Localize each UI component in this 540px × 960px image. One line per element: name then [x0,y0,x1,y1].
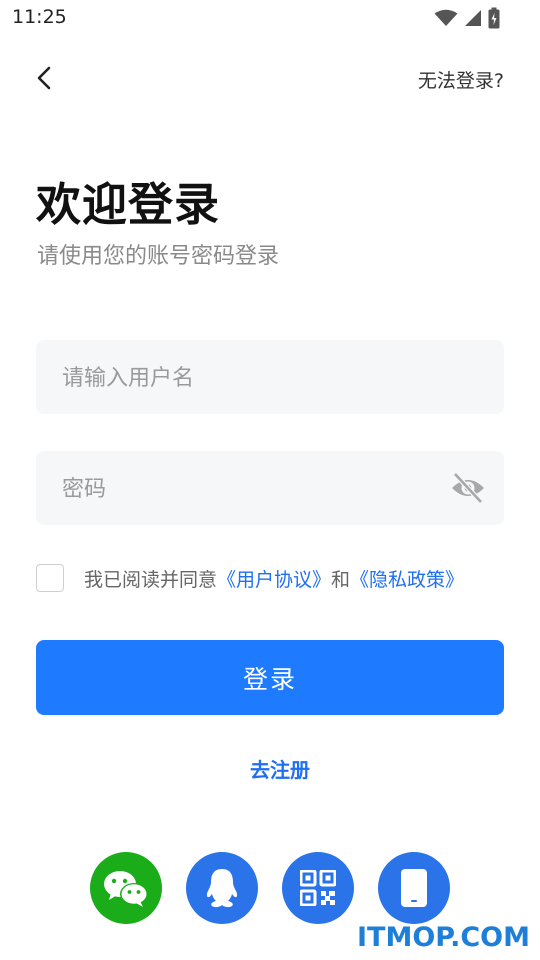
password-field [36,451,504,527]
eye-off-icon [452,472,484,504]
login-button[interactable]: 登录 [36,640,504,715]
wechat-icon [104,871,148,907]
status-bar: 11:25 [0,0,540,36]
status-time: 11:25 [12,6,67,28]
page-title: 欢迎登录 [36,178,221,231]
agreement-prefix: 我已阅读并同意 [84,568,218,591]
phone-login-button[interactable] [378,852,450,924]
wifi-icon [434,9,458,26]
agreement-checkbox[interactable] [36,564,64,592]
privacy-policy-link[interactable]: 《隐私政策》 [350,569,464,591]
qq-icon [206,869,238,908]
battery-icon [488,7,500,29]
register-link[interactable]: 去注册 [0,754,540,783]
chevron-left-icon [37,66,51,90]
agreement-conjunction: 和 [331,568,351,591]
agreement-row: 我已阅读并同意《用户协议》和《隐私政策》 [36,562,464,594]
status-icons [434,7,500,29]
cannot-login-link[interactable]: 无法登录? [418,66,504,93]
qr-code-login-button[interactable] [282,852,354,924]
agreement-text: 我已阅读并同意《用户协议》和《隐私政策》 [84,565,464,592]
username-field [36,340,504,416]
qq-login-button[interactable] [186,852,258,924]
password-visibility-toggle[interactable] [450,471,486,505]
password-input[interactable] [60,451,444,527]
phone-icon [401,869,427,907]
user-agreement-link[interactable]: 《用户协议》 [217,569,331,591]
wechat-login-button[interactable] [90,852,162,924]
qr-code-icon [300,870,336,906]
back-button[interactable] [28,62,60,94]
username-input[interactable] [60,340,444,416]
signal-icon [465,10,481,26]
page-subtitle: 请使用您的账号密码登录 [37,244,280,269]
site-watermark: ITMOP.COM [356,922,530,953]
